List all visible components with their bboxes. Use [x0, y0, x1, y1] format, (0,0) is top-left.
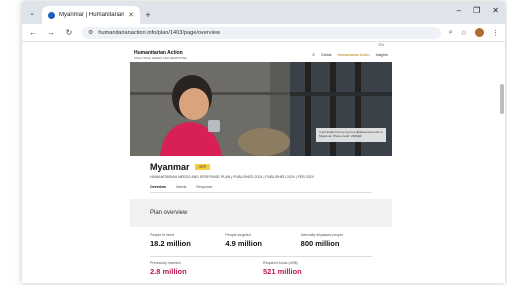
country-header: Myanmar HRP HUMANITARIAN NEEDS AND RESPO… — [130, 156, 392, 179]
tab-response[interactable]: Response — [196, 185, 212, 189]
tab-search-icon[interactable]: ⌄ — [22, 2, 42, 24]
window-controls: – ❐ ✕ — [457, 6, 499, 15]
stat-label: Required funds (US$) — [263, 261, 298, 265]
key-figures: People in need 18.2 million People targe… — [150, 233, 372, 248]
page-content: EN Humanitarian Action ANALYSING NEEDS A… — [130, 42, 392, 276]
tab-strip: ⌄ Myanmar | Humanitarian Action ✕ + – ❐ … — [22, 2, 505, 24]
site-nav: ⌕ Global Humanitarian Action Insights — [312, 52, 388, 58]
stat-value: 2.8 million — [150, 267, 187, 276]
vertical-scrollbar[interactable] — [500, 84, 504, 114]
close-tab-icon[interactable]: ✕ — [128, 11, 134, 19]
page-title: Myanmar — [150, 162, 190, 172]
stat-value: 800 million — [300, 239, 340, 248]
close-window-icon[interactable]: ✕ — [492, 6, 499, 15]
browser-window: ⌄ Myanmar | Humanitarian Action ✕ + – ❐ … — [22, 2, 505, 283]
logo-tagline: ANALYSING NEEDS AND RESPONSE — [134, 56, 187, 60]
country-subtitle: HUMANITARIAN NEEDS AND RESPONSE PLAN | P… — [150, 175, 314, 179]
url-text: humanitarianaction.info/plan/1403/page/o… — [98, 29, 220, 36]
stat-label: People in need — [150, 233, 174, 237]
nav-item-global[interactable]: Global — [321, 53, 331, 57]
bookmark-star-icon[interactable]: ☆ — [461, 29, 467, 37]
reload-icon[interactable]: ↻ — [64, 28, 74, 37]
site-favicon-icon — [48, 11, 55, 19]
new-tab-button[interactable]: + — [140, 6, 156, 24]
tab-overview[interactable]: Overview — [150, 185, 166, 189]
tab-myanmar[interactable]: Myanmar | Humanitarian Action ✕ — [42, 6, 140, 24]
profile-avatar[interactable] — [475, 28, 484, 37]
browser-toolbar: ← → ↻ ⚙ humanitarianaction.info/plan/140… — [22, 24, 505, 42]
menu-dots-icon[interactable]: ⋮ — [492, 29, 499, 37]
nav-item-insights[interactable]: Insights — [376, 53, 388, 57]
hero-caption: A girl drinks from a cup in a displaceme… — [316, 128, 386, 142]
stat-value: 4.9 million — [225, 239, 263, 248]
zoom-icon[interactable]: ⌕ — [449, 29, 453, 37]
tab-needs[interactable]: Needs — [176, 185, 186, 189]
address-bar[interactable]: ⚙ humanitarianaction.info/plan/1403/page… — [82, 26, 441, 39]
search-icon[interactable]: ⌕ — [312, 52, 315, 58]
stat-reached: Previously reached 2.8 million — [150, 261, 259, 276]
hero-image: A girl drinks from a cup in a displaceme… — [130, 62, 392, 156]
plan-overview-heading: Plan overview — [130, 199, 392, 227]
back-icon[interactable]: ← — [28, 28, 38, 37]
stat-required-funds: Required funds (US$) 521 million — [263, 261, 372, 276]
page-tabs: Overview Needs Response — [150, 185, 372, 193]
stat-displaced: Internally displaced people 800 million — [301, 233, 372, 248]
stat-value: 18.2 million — [150, 239, 191, 248]
site-header: Humanitarian Action ANALYSING NEEDS AND … — [130, 48, 392, 62]
toolbar-actions: ⌕ ☆ ⋮ — [449, 28, 499, 37]
site-logo[interactable]: Humanitarian Action ANALYSING NEEDS AND … — [134, 50, 187, 60]
stat-label: Previously reached — [150, 261, 181, 265]
stat-value: 521 million — [263, 267, 302, 276]
nav-item-humanitarian-action[interactable]: Humanitarian Action — [337, 53, 369, 57]
tab-title: Myanmar | Humanitarian Action — [59, 12, 125, 18]
plan-badge: HRP — [194, 164, 211, 170]
stat-people-in-need: People in need 18.2 million — [150, 233, 221, 248]
page-viewport: EN Humanitarian Action ANALYSING NEEDS A… — [22, 42, 505, 283]
forward-icon[interactable]: → — [46, 28, 56, 37]
minimize-icon[interactable]: – — [457, 6, 461, 15]
site-info-icon[interactable]: ⚙ — [88, 29, 93, 36]
funding-figures: Previously reached 2.8 million Required … — [150, 256, 372, 276]
maximize-icon[interactable]: ❐ — [473, 6, 480, 15]
stat-label: People targeted — [225, 233, 251, 237]
stat-people-targeted: People targeted 4.9 million — [225, 233, 296, 248]
stat-label: Internally displaced people — [300, 233, 344, 237]
